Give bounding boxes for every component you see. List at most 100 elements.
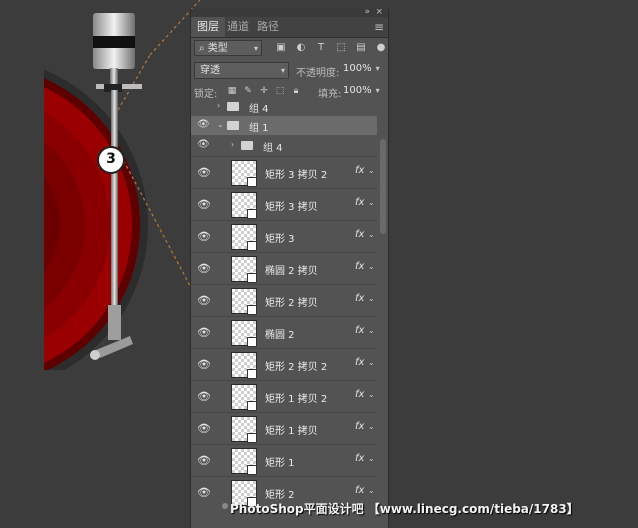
lock-artboard-icon[interactable]: ⬚ <box>274 85 286 97</box>
fx-icon[interactable]: fx <box>355 229 364 240</box>
smart-object-filter-icon[interactable]: ▤ <box>354 41 368 55</box>
lock-position-icon[interactable]: ✛ <box>258 85 270 97</box>
eye-icon[interactable]: 👁︎ <box>197 198 211 211</box>
layers-list: › 组 4 👁︎ ⌄ 组 1 👁︎ › 组 4 👁︎ 矩形 3 拷贝 2 fx ⌄… <box>191 101 377 528</box>
chevron-down-icon[interactable]: ⌄ <box>368 454 375 463</box>
fx-icon[interactable]: fx <box>355 421 364 432</box>
annotation-number: 3 <box>106 151 116 167</box>
lock-image-icon[interactable]: ✎ <box>242 85 254 97</box>
shape-badge-icon <box>247 273 257 283</box>
chevron-down-icon: ▾ <box>375 64 380 73</box>
fx-icon[interactable]: fx <box>355 357 364 368</box>
opacity-field[interactable]: 100% ▾ <box>343 63 380 74</box>
layer-group-row[interactable]: 👁︎ › 组 4 <box>191 136 377 156</box>
chevron-right-icon[interactable]: › <box>217 101 220 110</box>
opacity-label: 不透明度: <box>296 68 340 79</box>
shape-filter-icon[interactable]: ⬚ <box>334 41 348 55</box>
eye-icon[interactable]: 👁︎ <box>197 119 210 130</box>
eye-icon[interactable]: 👁︎ <box>197 486 211 499</box>
shape-badge-icon <box>247 369 257 379</box>
chevron-right-icon[interactable]: › <box>231 140 234 149</box>
layer-row[interactable]: 👁︎ 矩形 1 fx ⌄ <box>191 444 377 476</box>
layer-group-row-selected[interactable]: 👁︎ ⌄ 组 1 <box>191 116 377 135</box>
counterweight-band <box>93 36 135 48</box>
eye-icon[interactable]: 👁︎ <box>197 262 211 275</box>
collapse-icon[interactable]: » <box>364 9 370 17</box>
layer-name: 矩形 1 拷贝 2 <box>265 394 328 405</box>
eye-icon[interactable]: 👁︎ <box>197 326 211 339</box>
chevron-down-icon[interactable]: ⌄ <box>217 120 224 129</box>
eye-icon[interactable]: 👁︎ <box>197 139 210 150</box>
blend-row: 穿透 ▾ 不透明度: 100% ▾ <box>194 62 384 80</box>
layer-row[interactable]: 👁︎ 矩形 1 拷贝 2 fx ⌄ <box>191 380 377 412</box>
shape-badge-icon <box>247 177 257 187</box>
panel-menu-icon[interactable]: ≡ <box>374 20 384 34</box>
chevron-down-icon[interactable]: ⌄ <box>368 262 375 271</box>
chevron-down-icon[interactable]: ⌄ <box>368 166 375 175</box>
filter-toggle-icon[interactable]: ● <box>374 41 388 55</box>
layer-name: 矩形 3 拷贝 <box>265 202 318 213</box>
eye-icon[interactable]: 👁︎ <box>197 390 211 403</box>
eye-icon[interactable]: 👁︎ <box>197 422 211 435</box>
eye-icon[interactable]: 👁︎ <box>197 294 211 307</box>
chevron-down-icon: ▾ <box>280 66 285 75</box>
watermark-text: PhotoShop平面设计吧 【www.linecg.com/tieba/178… <box>230 502 579 516</box>
fx-icon[interactable]: fx <box>355 165 364 176</box>
layer-row[interactable]: 👁︎ 矩形 2 拷贝 2 fx ⌄ <box>191 348 377 380</box>
layer-row[interactable]: 👁︎ 矩形 3 拷贝 fx ⌄ <box>191 188 377 220</box>
tonearm <box>111 90 118 335</box>
layer-row[interactable]: 👁︎ 椭圆 2 fx ⌄ <box>191 316 377 348</box>
fx-icon[interactable]: fx <box>355 325 364 336</box>
layer-row[interactable]: 👁︎ 矩形 1 拷贝 fx ⌄ <box>191 412 377 444</box>
fx-icon[interactable]: fx <box>355 293 364 304</box>
type-filter-icon[interactable]: T <box>314 41 328 55</box>
lock-transparent-icon[interactable]: ▦ <box>226 85 238 97</box>
eye-icon[interactable]: 👁︎ <box>197 230 211 243</box>
lock-all-icon[interactable]: 🔒︎ <box>290 85 302 97</box>
eye-icon[interactable]: 👁︎ <box>197 358 211 371</box>
layer-row[interactable]: 👁︎ 矩形 3 拷贝 2 fx ⌄ <box>191 156 377 188</box>
chevron-down-icon[interactable]: ⌄ <box>368 294 375 303</box>
fill-field[interactable]: 100% ▾ <box>343 85 380 96</box>
adjustment-filter-icon[interactable]: ◐ <box>294 41 308 55</box>
chevron-down-icon[interactable]: ⌄ <box>368 486 375 495</box>
folder-icon <box>241 141 253 150</box>
chevron-down-icon[interactable]: ⌄ <box>368 326 375 335</box>
tab-layers[interactable]: 图层 <box>191 17 225 37</box>
layers-scrollbar[interactable] <box>380 139 386 234</box>
chevron-down-icon[interactable]: ⌄ <box>368 230 375 239</box>
shape-badge-icon <box>247 465 257 475</box>
chevron-down-icon[interactable]: ⌄ <box>368 358 375 367</box>
eye-icon[interactable]: 👁︎ <box>197 454 211 467</box>
fx-icon[interactable]: fx <box>355 261 364 272</box>
tab-paths[interactable]: 路径 <box>251 17 285 37</box>
panel-tabs: 图层 通道 路径 ≡ <box>191 17 388 38</box>
fx-icon[interactable]: fx <box>355 453 364 464</box>
blend-mode-select[interactable]: 穿透 ▾ <box>194 62 289 79</box>
eye-icon[interactable]: 👁︎ <box>197 166 211 179</box>
fx-icon[interactable]: fx <box>355 197 364 208</box>
layer-row[interactable]: 👁︎ 椭圆 2 拷贝 fx ⌄ <box>191 252 377 284</box>
chevron-down-icon[interactable]: ⌄ <box>368 390 375 399</box>
close-icon[interactable]: × <box>375 9 383 17</box>
fx-icon[interactable]: fx <box>355 389 364 400</box>
layer-name: 椭圆 2 拷贝 <box>265 266 318 277</box>
opacity-value: 100% <box>343 63 372 74</box>
chevron-down-icon: ▾ <box>375 86 380 95</box>
search-icon: ⌕ <box>199 43 205 54</box>
layer-row[interactable]: 👁︎ 矩形 3 fx ⌄ <box>191 220 377 252</box>
layer-name: 矩形 2 拷贝 2 <box>265 362 328 373</box>
chevron-down-icon[interactable]: ⌄ <box>368 198 375 207</box>
tab-channels[interactable]: 通道 <box>221 17 255 37</box>
shape-badge-icon <box>247 209 257 219</box>
filter-kind-select[interactable]: ⌕ 类型 ▾ <box>194 40 262 56</box>
group-name: 组 4 <box>249 104 269 115</box>
image-filter-icon[interactable]: ▣ <box>274 41 288 55</box>
layer-row[interactable]: 👁︎ 矩形 2 拷贝 fx ⌄ <box>191 284 377 316</box>
group-name: 组 1 <box>249 123 269 134</box>
blend-mode-value: 穿透 <box>200 65 220 76</box>
chevron-down-icon[interactable]: ⌄ <box>368 422 375 431</box>
layer-group-row[interactable]: › 组 4 <box>191 97 377 115</box>
fx-icon[interactable]: fx <box>355 485 364 496</box>
shape-badge-icon <box>247 305 257 315</box>
